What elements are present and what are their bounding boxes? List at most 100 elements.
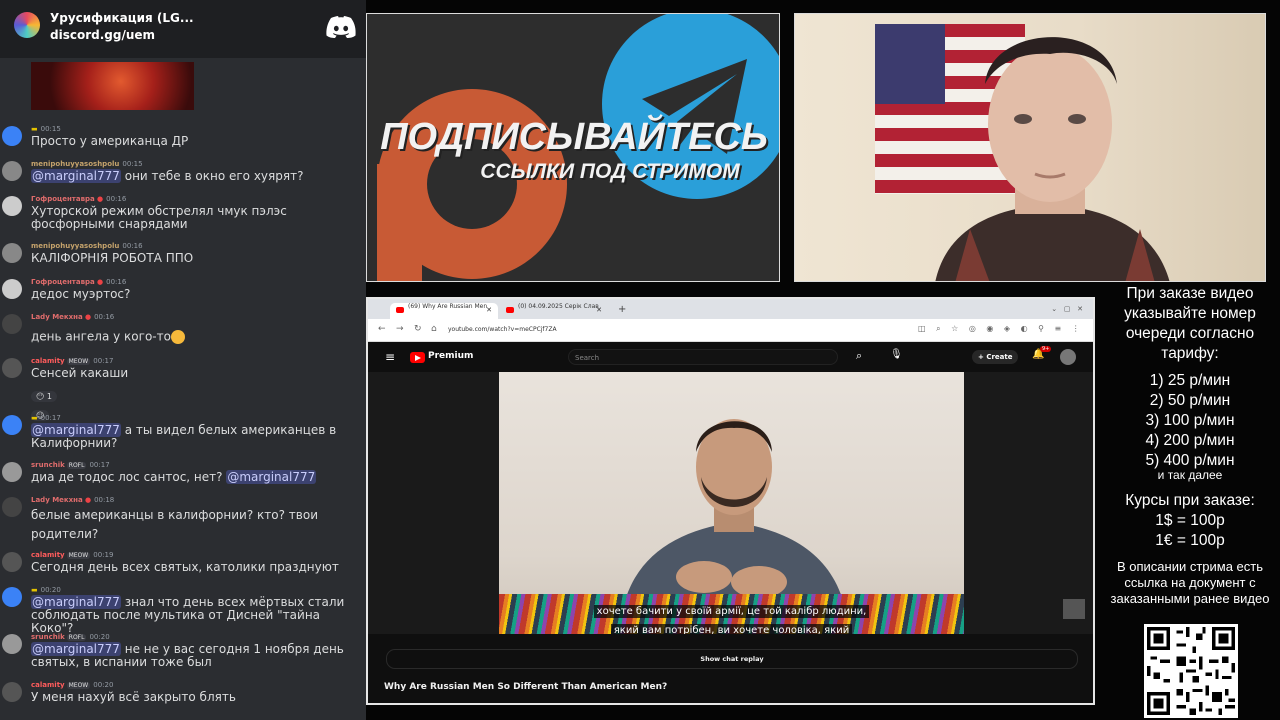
message-meta: ▬ 00:15 xyxy=(31,125,61,133)
menu-icon[interactable]: ≡ xyxy=(385,350,395,364)
user-avatar xyxy=(2,552,22,572)
message-meta: calamity MEOW 00:20 xyxy=(31,681,114,689)
user-mention[interactable]: @marginal777 xyxy=(226,470,317,484)
description-note: В описании стрима есть ссылка на докумен… xyxy=(1110,559,1270,606)
message-text: @marginal777 они тебе в окно его хуярят? xyxy=(31,169,304,183)
youtube-logo-icon[interactable] xyxy=(410,352,425,363)
player-letterbox-left xyxy=(368,372,499,634)
user-avatar xyxy=(2,196,22,216)
account-avatar[interactable] xyxy=(1060,349,1076,365)
message-text: Просто у американца ДР xyxy=(31,134,189,148)
close-tab-icon[interactable]: ✕ xyxy=(486,306,492,314)
promo-title: ПОДПИСЫВАЙТЕСЬ xyxy=(380,116,768,158)
chat-message: ▬ 00:20 @marginal777 знал что день всех м… xyxy=(0,586,366,635)
exchange-rates: Курсы при заказе: 1$ = 100р 1€ = 100р xyxy=(1100,491,1280,551)
youtube-favicon-icon xyxy=(396,307,404,313)
address-bar: ← → ↻ ⌂ youtube.com/watch?v=meCPCjf7ZA ◫… xyxy=(368,319,1093,342)
message-text: Сегодня день всех святых, католики празд… xyxy=(31,560,339,574)
window-controls[interactable]: ⌄ ▢ ✕ xyxy=(1051,305,1083,313)
server-icon xyxy=(14,12,40,38)
microphone-icon[interactable]: 🎙 xyxy=(890,349,903,360)
chat-message: calamity MEOW 00:19 Сегодня день всех свят… xyxy=(0,551,366,575)
message-text: белые американцы в калифорнии? кто? твои… xyxy=(31,508,319,541)
user-avatar xyxy=(2,497,22,517)
user-avatar xyxy=(2,279,22,299)
message-text: день ангела у кого-то xyxy=(31,330,366,344)
server-name: Урусификация (LG... xyxy=(50,11,194,25)
message-text: Хуторской режим обстрелял чмук пэлэс фос… xyxy=(31,204,287,231)
chat-message: ▬ 00:15 Просто у американца ДР xyxy=(0,125,366,149)
reload-icon[interactable]: ↻ xyxy=(414,324,422,334)
price-item: 2) 50 р/мин xyxy=(1149,392,1231,409)
video-title: Why Are Russian Men So Different Than Am… xyxy=(384,682,668,692)
webcam-feed xyxy=(794,13,1266,282)
chat-header: Урусификация (LG... discord.gg/uem xyxy=(0,0,366,58)
search-input[interactable]: Search xyxy=(568,349,838,365)
user-mention[interactable]: @marginal777 xyxy=(31,642,121,656)
tab-label: (69) Why Are Russian Men xyxy=(408,303,488,310)
back-icon[interactable]: ← xyxy=(378,324,386,334)
promo-subtitle: ССЫЛКИ ПОД СТРИМОМ xyxy=(480,160,740,183)
tab-youtube-video[interactable]: (69) Why Are Russian Men ✕ xyxy=(390,303,498,319)
message-text: У меня нахуй всё закрыто блять xyxy=(31,690,236,704)
forward-icon[interactable]: → xyxy=(396,324,404,334)
chat-message: Lady Мекхна ● 00:18 белые американцы в ка… xyxy=(0,496,366,541)
create-button[interactable]: + Create xyxy=(972,350,1019,364)
message-reactions[interactable]: 😶 1☺ xyxy=(31,384,79,421)
url-field[interactable]: youtube.com/watch?v=meCPCjf7ZA xyxy=(448,323,898,337)
chat-message: srunchik ROFL 00:17 диа де тодос лос санто… xyxy=(0,461,366,485)
message-text: дедос муэртос? xyxy=(31,287,131,301)
show-chat-replay-button[interactable]: Show chat replay xyxy=(386,649,1078,669)
search-icon[interactable]: ⌕ xyxy=(856,349,862,363)
price-list: 1) 25 р/мин 2) 50 р/мин 3) 100 р/мин 4) … xyxy=(1100,371,1280,471)
tab-label: (0) 04.09.2025 Серік Слав xyxy=(518,303,599,310)
message-text: КАЛІФОРНІЯ РОБОТА ППО xyxy=(31,251,194,265)
chat-message: Гофроцентавра ● 00:16 дедос муэртос? xyxy=(0,278,366,302)
smiley-emoji-icon xyxy=(170,330,185,344)
user-avatar xyxy=(2,415,22,435)
player-letterbox-right xyxy=(964,372,1093,634)
user-avatar xyxy=(2,682,22,702)
user-mention[interactable]: @marginal777 xyxy=(31,169,121,183)
chat-message: ▬ 00:17 @marginal777 а ты видел белых аме… xyxy=(0,414,366,450)
user-avatar xyxy=(2,126,22,146)
channel-watermark[interactable] xyxy=(1063,599,1085,619)
rates-title: Курсы при заказе: xyxy=(1125,492,1255,509)
video-player[interactable]: хочете бачити у своїй армії, це той калі… xyxy=(499,372,964,634)
chat-message: srunchik ROFL 00:20 @marginal777 не не у в… xyxy=(0,633,366,669)
home-icon[interactable]: ⌂ xyxy=(431,324,437,334)
youtube-premium-label[interactable]: Premium xyxy=(428,351,473,361)
chat-message: Гофроцентавра ● 00:16 Хуторской режим обс… xyxy=(0,195,366,231)
user-avatar xyxy=(2,314,22,334)
media-attachment-thumbnail[interactable] xyxy=(31,62,194,110)
message-text: @marginal777 не не у вас сегодня 1 ноябр… xyxy=(31,642,344,669)
message-meta: Гофроцентавра ● 00:16 xyxy=(31,195,127,203)
message-meta: menipohuyyasoshpolu 00:15 xyxy=(31,160,143,168)
message-meta: calamity MEOW 00:19 xyxy=(31,551,114,559)
user-avatar xyxy=(2,462,22,482)
message-meta: Lady Мекхна ● 00:18 xyxy=(31,496,115,504)
chat-message: calamity MEOW 00:17 Сенсей какаши 😶 1☺ xyxy=(0,357,366,421)
discord-icon xyxy=(326,16,356,38)
chat-message: menipohuyyasoshpolu 00:15 @marginal777 он… xyxy=(0,160,366,184)
tab-second-video[interactable]: (0) 04.09.2025 Серік Слав ✕ xyxy=(500,303,608,319)
order-instructions: При заказе видео указывайте номер очеред… xyxy=(1124,285,1256,362)
message-meta: ▬ 00:20 xyxy=(31,586,61,594)
rate-item: 1$ = 100р xyxy=(1155,512,1225,529)
new-tab-button[interactable]: + xyxy=(618,304,626,315)
message-text: диа де тодос лос сантос, нет? @marginal7… xyxy=(31,470,317,484)
chat-message: menipohuyyasoshpolu 00:16 КАЛІФОРНІЯ РОБО… xyxy=(0,242,366,266)
message-text: Сенсей какаши xyxy=(31,366,129,380)
close-tab-icon[interactable]: ✕ xyxy=(596,306,602,314)
tab-bar: (69) Why Are Russian Men ✕ (0) 04.09.202… xyxy=(368,299,1093,319)
reaction-chip[interactable]: 😶 1 xyxy=(31,391,57,402)
user-avatar xyxy=(2,243,22,263)
message-meta: ▬ 00:17 xyxy=(31,414,61,422)
message-meta: menipohuyyasoshpolu 00:16 xyxy=(31,242,143,250)
price-item: 1) 25 р/мин xyxy=(1149,372,1231,389)
rate-item: 1€ = 100р xyxy=(1155,532,1225,549)
user-mention[interactable]: @marginal777 xyxy=(31,423,121,437)
user-mention[interactable]: @marginal777 xyxy=(31,595,121,609)
discord-chat-overlay: Урусификация (LG... discord.gg/uem ▬ 00:1… xyxy=(0,0,366,720)
extension-icons[interactable]: ◫ ⌕ ☆ ◎ ◉ ◈ ◐ ⚲ ≡ ⋮ xyxy=(918,324,1084,334)
